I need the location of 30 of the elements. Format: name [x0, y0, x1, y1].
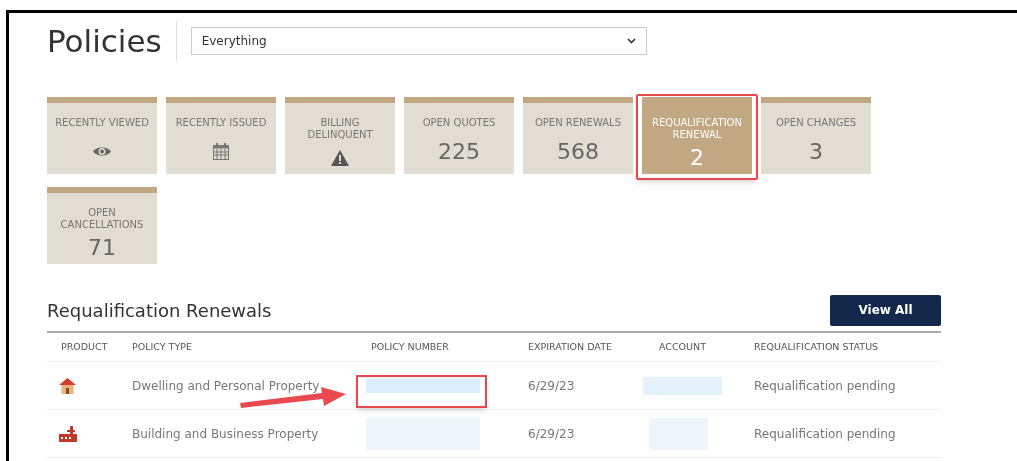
column-header: POLICY TYPE — [132, 340, 192, 352]
filter-tile[interactable]: OPEN CHANGES 3 — [761, 97, 871, 174]
filter-tile[interactable]: BILLING DELINQUENT — [285, 97, 395, 174]
filter-tile[interactable]: RECENTLY VIEWED — [47, 97, 157, 174]
filter-tile[interactable]: OPEN CANCELLATIONS 71 — [47, 187, 157, 264]
filter-tile[interactable]: OPEN QUOTES 225 — [404, 97, 514, 174]
table-cell: Requalification pending — [754, 378, 896, 393]
table-cell: 6/29/23 — [528, 426, 575, 441]
column-header: EXPIRATION DATE — [528, 340, 612, 352]
factory-icon — [59, 425, 77, 442]
column-header: POLICY NUMBER — [371, 340, 449, 352]
eye-icon — [93, 146, 111, 157]
section-heading: Requalification Renewals — [47, 298, 272, 323]
chevron-down-icon — [626, 38, 636, 44]
page-title: Policies — [47, 21, 177, 61]
filter-tile[interactable]: RECENTLY ISSUED — [166, 97, 276, 174]
filter-tile[interactable]: REQUALIFICATION RENEWAL 2 — [642, 97, 752, 174]
view-all-button[interactable]: View All — [830, 294, 941, 326]
column-header: REQUALIFICATION STATUS — [754, 340, 879, 352]
table-cell: Dwelling and Personal Property — [132, 378, 320, 393]
table-cell: 6/29/23 — [528, 378, 575, 393]
table-cell: Requalification pending — [754, 426, 896, 441]
column-header: ACCOUNT — [659, 340, 706, 352]
calendar-icon — [213, 143, 229, 160]
table-cell: Building and Business Property — [132, 426, 319, 441]
column-header: PRODUCT — [61, 340, 108, 352]
filter-dropdown[interactable]: Everything — [190, 27, 647, 55]
house-icon — [59, 377, 76, 394]
filter-tile[interactable]: OPEN RENEWALS 568 — [523, 97, 633, 174]
warning-icon — [331, 149, 349, 166]
